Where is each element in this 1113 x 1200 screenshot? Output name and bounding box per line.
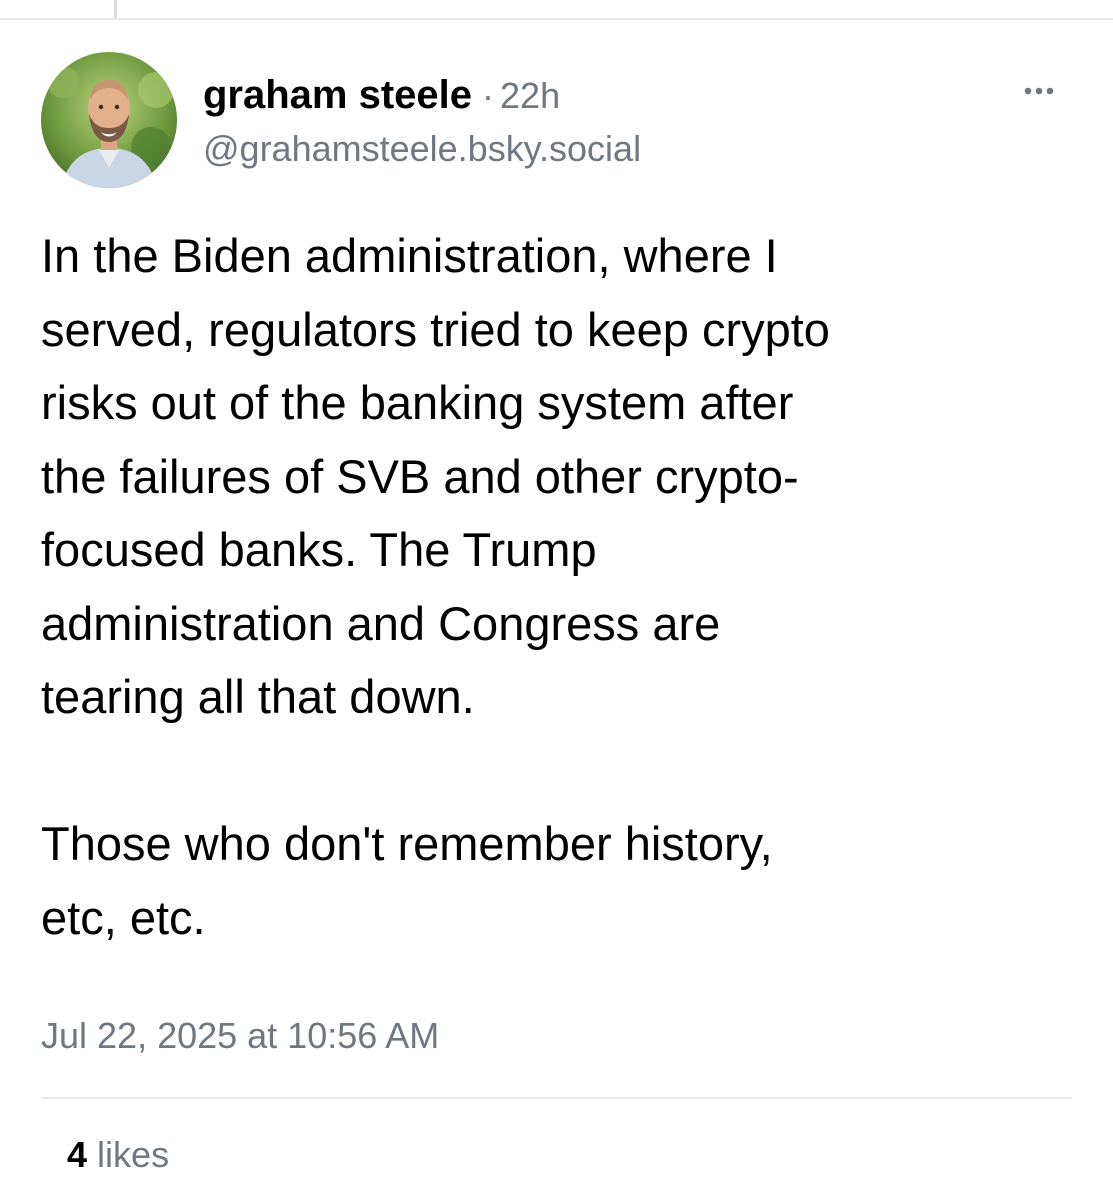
likes-count: 4 [67,1134,88,1175]
meta-separator: · [482,75,495,116]
author-display-name[interactable]: graham steele [203,73,472,117]
post-time-ago[interactable]: 22h [500,75,560,116]
avatar[interactable] [41,52,177,188]
ellipsis-icon [1024,87,1054,95]
author-handle[interactable]: @grahamsteele.bsky.social [203,126,641,172]
thread-line [114,0,117,18]
post-paragraph: In the Biden administration, where I ser… [41,229,830,723]
likes-link[interactable]: 4 likes [67,1132,169,1178]
top-divider [0,18,1113,20]
more-options-button[interactable] [1016,76,1062,106]
author-line: graham steele · 22h [203,72,560,127]
likes-label: likes [97,1134,170,1175]
post-paragraph: Those who don't remember history, etc, e… [41,817,773,944]
stats-divider [41,1097,1072,1099]
post-text: In the Biden administration, where I ser… [41,219,1081,954]
post-timestamp: Jul 22, 2025 at 10:56 AM [41,1015,440,1056]
profile-photo-icon [41,52,177,188]
